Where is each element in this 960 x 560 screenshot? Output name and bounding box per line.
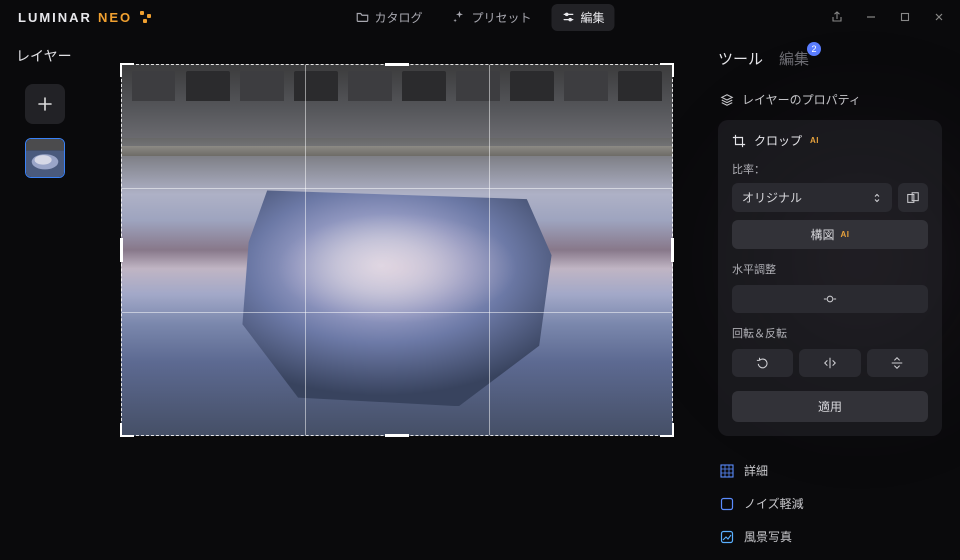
left-panel: レイヤー <box>0 34 90 560</box>
maximize-button[interactable] <box>888 3 922 31</box>
layers-title: レイヤー <box>16 46 72 66</box>
nav-edit-label: 編集 <box>581 9 605 26</box>
tab-tools-label: ツール <box>718 51 763 68</box>
composition-button[interactable]: 構図 AI <box>732 220 928 249</box>
layer-properties-row[interactable]: レイヤーのプロパティ <box>718 83 942 116</box>
horizon-button[interactable] <box>732 285 928 313</box>
right-panel: ツール 編集 2 レイヤーのプロパティ クロップ AI 比率： オリジナル <box>704 34 960 560</box>
tool-noise[interactable]: ノイズ軽減 <box>718 487 942 520</box>
right-tabs: ツール 編集 2 <box>718 48 942 69</box>
share-icon <box>831 11 843 23</box>
tab-edits[interactable]: 編集 2 <box>779 48 809 69</box>
tool-noise-label: ノイズ軽減 <box>744 495 804 512</box>
top-nav: カタログ プリセット 編集 <box>345 4 614 31</box>
layer-properties-label: レイヤーのプロパティ <box>742 91 861 108</box>
tab-edits-label: 編集 <box>779 51 809 68</box>
minimize-button[interactable] <box>854 3 888 31</box>
nav-presets[interactable]: プリセット <box>442 4 541 31</box>
logo-icon <box>138 9 154 25</box>
landscape-icon <box>720 530 734 544</box>
app-logo: LUMINAR NEO <box>8 9 154 25</box>
orientation-button[interactable] <box>898 183 928 212</box>
horizon-icon <box>823 292 837 306</box>
tool-landscape[interactable]: 風景写真 <box>718 520 942 553</box>
sparkle-icon <box>452 10 466 24</box>
image-canvas[interactable] <box>121 64 673 436</box>
canvas-area <box>90 34 704 560</box>
composition-label: 構図 <box>810 226 834 243</box>
ratio-value: オリジナル <box>742 189 802 206</box>
flip-vertical-button[interactable] <box>867 349 928 377</box>
composition-ai-tag: AI <box>841 230 850 239</box>
tool-details[interactable]: 詳細 <box>718 454 942 487</box>
plus-icon <box>36 95 54 113</box>
share-button[interactable] <box>820 3 854 31</box>
tool-list: 詳細 ノイズ軽減 風景写真 ビネット <box>718 454 942 560</box>
nav-edit[interactable]: 編集 <box>552 4 615 31</box>
flip-horizontal-button[interactable] <box>799 349 860 377</box>
crop-title[interactable]: クロップ AI <box>732 132 928 149</box>
nav-catalog[interactable]: カタログ <box>345 4 432 31</box>
ratio-label: 比率： <box>732 161 928 177</box>
horizon-label: 水平調整 <box>732 261 928 277</box>
tool-vignette[interactable]: ビネット <box>718 553 942 560</box>
sliders-icon <box>562 10 576 24</box>
layers-icon <box>720 93 734 107</box>
main-layout: レイヤー <box>0 34 960 560</box>
thumbnail-image-icon <box>26 139 64 177</box>
crop-ai-tag: AI <box>810 136 819 145</box>
minimize-icon <box>865 11 877 23</box>
crop-label: クロップ <box>754 132 802 149</box>
rotate-icon <box>756 356 770 370</box>
folder-icon <box>355 10 369 24</box>
window-controls <box>820 0 956 34</box>
crop-card: クロップ AI 比率： オリジナル 構図 AI 水平調整 <box>718 120 942 436</box>
edits-badge: 2 <box>807 42 821 56</box>
app-name: LUMINAR <box>18 10 92 25</box>
tool-details-label: 詳細 <box>744 462 768 479</box>
nav-catalog-label: カタログ <box>374 9 422 26</box>
orientation-icon <box>906 191 920 205</box>
tool-landscape-label: 風景写真 <box>744 528 792 545</box>
updown-icon <box>872 193 882 203</box>
photo-preview <box>121 64 673 436</box>
flip-h-icon <box>823 356 837 370</box>
layer-thumbnail[interactable] <box>25 138 65 178</box>
close-button[interactable] <box>922 3 956 31</box>
maximize-icon <box>899 11 911 23</box>
noise-icon <box>720 497 734 511</box>
details-icon <box>720 464 734 478</box>
nav-presets-label: プリセット <box>471 9 531 26</box>
apply-button[interactable]: 適用 <box>732 391 928 422</box>
titlebar: LUMINAR NEO カタログ プリセット 編集 <box>0 0 960 34</box>
close-icon <box>933 11 945 23</box>
tab-tools[interactable]: ツール <box>718 48 763 69</box>
app-suffix: NEO <box>98 10 132 25</box>
flip-v-icon <box>890 356 904 370</box>
rotate-button[interactable] <box>732 349 793 377</box>
rotate-flip-label: 回転＆反転 <box>732 325 928 341</box>
crop-icon <box>732 134 746 148</box>
apply-label: 適用 <box>818 398 842 415</box>
ratio-select[interactable]: オリジナル <box>732 183 892 212</box>
add-layer-button[interactable] <box>25 84 65 124</box>
